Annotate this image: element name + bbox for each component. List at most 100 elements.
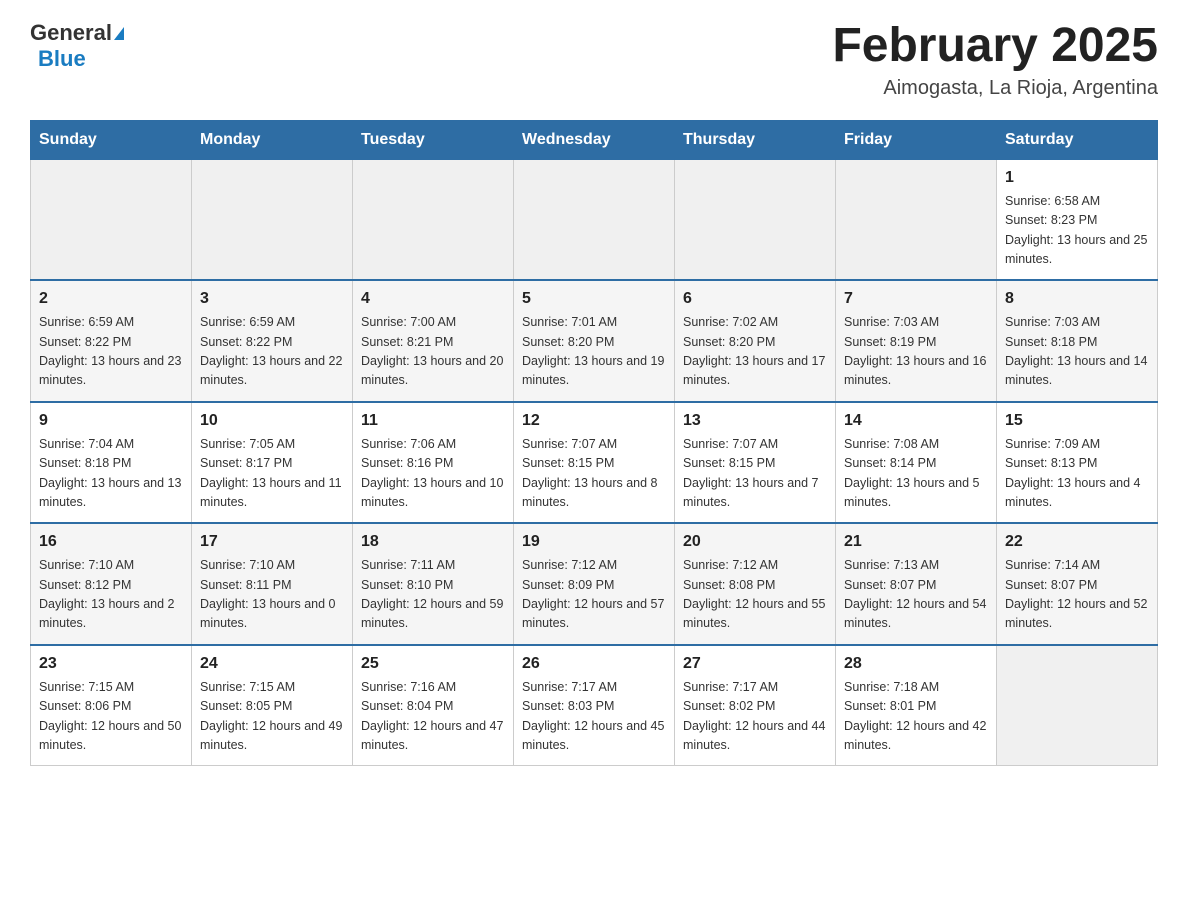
calendar-cell: 4Sunrise: 7:00 AMSunset: 8:21 PMDaylight… — [353, 280, 514, 402]
calendar-cell: 21Sunrise: 7:13 AMSunset: 8:07 PMDayligh… — [836, 523, 997, 645]
day-number: 27 — [683, 652, 827, 676]
day-info: Sunrise: 6:59 AMSunset: 8:22 PMDaylight:… — [200, 313, 344, 391]
logo: General Blue — [30, 20, 124, 72]
day-number: 11 — [361, 409, 505, 433]
calendar-cell — [997, 645, 1158, 766]
day-info: Sunrise: 7:00 AMSunset: 8:21 PMDaylight:… — [361, 313, 505, 391]
calendar-cell: 8Sunrise: 7:03 AMSunset: 8:18 PMDaylight… — [997, 280, 1158, 402]
day-number: 1 — [1005, 166, 1149, 190]
day-number: 10 — [200, 409, 344, 433]
day-info: Sunrise: 7:05 AMSunset: 8:17 PMDaylight:… — [200, 435, 344, 513]
day-number: 22 — [1005, 530, 1149, 554]
day-of-week-monday: Monday — [192, 120, 353, 159]
logo-text-general: General — [30, 20, 112, 46]
calendar-week-3: 9Sunrise: 7:04 AMSunset: 8:18 PMDaylight… — [31, 402, 1158, 524]
calendar-cell — [31, 159, 192, 280]
day-info: Sunrise: 7:09 AMSunset: 8:13 PMDaylight:… — [1005, 435, 1149, 513]
day-info: Sunrise: 7:15 AMSunset: 8:06 PMDaylight:… — [39, 678, 183, 756]
calendar-cell: 20Sunrise: 7:12 AMSunset: 8:08 PMDayligh… — [675, 523, 836, 645]
calendar-cell: 11Sunrise: 7:06 AMSunset: 8:16 PMDayligh… — [353, 402, 514, 524]
calendar-cell: 22Sunrise: 7:14 AMSunset: 8:07 PMDayligh… — [997, 523, 1158, 645]
day-info: Sunrise: 7:18 AMSunset: 8:01 PMDaylight:… — [844, 678, 988, 756]
day-number: 16 — [39, 530, 183, 554]
calendar-cell: 17Sunrise: 7:10 AMSunset: 8:11 PMDayligh… — [192, 523, 353, 645]
calendar-cell — [353, 159, 514, 280]
day-number: 28 — [844, 652, 988, 676]
day-number: 2 — [39, 287, 183, 311]
calendar-cell — [675, 159, 836, 280]
day-number: 17 — [200, 530, 344, 554]
calendar-cell: 7Sunrise: 7:03 AMSunset: 8:19 PMDaylight… — [836, 280, 997, 402]
calendar-cell: 19Sunrise: 7:12 AMSunset: 8:09 PMDayligh… — [514, 523, 675, 645]
day-info: Sunrise: 7:10 AMSunset: 8:11 PMDaylight:… — [200, 556, 344, 634]
day-info: Sunrise: 7:03 AMSunset: 8:19 PMDaylight:… — [844, 313, 988, 391]
day-of-week-thursday: Thursday — [675, 120, 836, 159]
calendar-header: SundayMondayTuesdayWednesdayThursdayFrid… — [31, 120, 1158, 159]
day-info: Sunrise: 7:01 AMSunset: 8:20 PMDaylight:… — [522, 313, 666, 391]
day-info: Sunrise: 7:16 AMSunset: 8:04 PMDaylight:… — [361, 678, 505, 756]
day-number: 14 — [844, 409, 988, 433]
calendar-week-4: 16Sunrise: 7:10 AMSunset: 8:12 PMDayligh… — [31, 523, 1158, 645]
day-number: 19 — [522, 530, 666, 554]
day-number: 23 — [39, 652, 183, 676]
day-number: 15 — [1005, 409, 1149, 433]
calendar-cell — [836, 159, 997, 280]
day-number: 5 — [522, 287, 666, 311]
title-section: February 2025 Aimogasta, La Rioja, Argen… — [832, 20, 1158, 100]
day-info: Sunrise: 6:59 AMSunset: 8:22 PMDaylight:… — [39, 313, 183, 391]
calendar-cell: 28Sunrise: 7:18 AMSunset: 8:01 PMDayligh… — [836, 645, 997, 766]
calendar-week-1: 1Sunrise: 6:58 AMSunset: 8:23 PMDaylight… — [31, 159, 1158, 280]
calendar-cell — [192, 159, 353, 280]
day-info: Sunrise: 7:08 AMSunset: 8:14 PMDaylight:… — [844, 435, 988, 513]
page-subtitle: Aimogasta, La Rioja, Argentina — [832, 77, 1158, 100]
day-number: 6 — [683, 287, 827, 311]
calendar-cell: 9Sunrise: 7:04 AMSunset: 8:18 PMDaylight… — [31, 402, 192, 524]
day-info: Sunrise: 7:07 AMSunset: 8:15 PMDaylight:… — [522, 435, 666, 513]
day-number: 24 — [200, 652, 344, 676]
calendar-cell: 18Sunrise: 7:11 AMSunset: 8:10 PMDayligh… — [353, 523, 514, 645]
day-number: 12 — [522, 409, 666, 433]
day-number: 26 — [522, 652, 666, 676]
calendar-cell: 5Sunrise: 7:01 AMSunset: 8:20 PMDaylight… — [514, 280, 675, 402]
calendar-body: 1Sunrise: 6:58 AMSunset: 8:23 PMDaylight… — [31, 159, 1158, 766]
day-number: 18 — [361, 530, 505, 554]
day-info: Sunrise: 7:06 AMSunset: 8:16 PMDaylight:… — [361, 435, 505, 513]
day-info: Sunrise: 7:11 AMSunset: 8:10 PMDaylight:… — [361, 556, 505, 634]
day-number: 25 — [361, 652, 505, 676]
day-of-week-sunday: Sunday — [31, 120, 192, 159]
day-number: 8 — [1005, 287, 1149, 311]
calendar-cell: 3Sunrise: 6:59 AMSunset: 8:22 PMDaylight… — [192, 280, 353, 402]
calendar-cell: 13Sunrise: 7:07 AMSunset: 8:15 PMDayligh… — [675, 402, 836, 524]
day-info: Sunrise: 7:04 AMSunset: 8:18 PMDaylight:… — [39, 435, 183, 513]
calendar-cell: 12Sunrise: 7:07 AMSunset: 8:15 PMDayligh… — [514, 402, 675, 524]
day-number: 9 — [39, 409, 183, 433]
calendar-cell: 2Sunrise: 6:59 AMSunset: 8:22 PMDaylight… — [31, 280, 192, 402]
page-header: General Blue February 2025 Aimogasta, La… — [30, 20, 1158, 100]
day-number: 13 — [683, 409, 827, 433]
day-info: Sunrise: 6:58 AMSunset: 8:23 PMDaylight:… — [1005, 192, 1149, 270]
day-info: Sunrise: 7:14 AMSunset: 8:07 PMDaylight:… — [1005, 556, 1149, 634]
day-info: Sunrise: 7:03 AMSunset: 8:18 PMDaylight:… — [1005, 313, 1149, 391]
day-number: 3 — [200, 287, 344, 311]
day-info: Sunrise: 7:10 AMSunset: 8:12 PMDaylight:… — [39, 556, 183, 634]
day-info: Sunrise: 7:17 AMSunset: 8:02 PMDaylight:… — [683, 678, 827, 756]
day-of-week-friday: Friday — [836, 120, 997, 159]
calendar-cell: 23Sunrise: 7:15 AMSunset: 8:06 PMDayligh… — [31, 645, 192, 766]
calendar-cell: 1Sunrise: 6:58 AMSunset: 8:23 PMDaylight… — [997, 159, 1158, 280]
calendar-table: SundayMondayTuesdayWednesdayThursdayFrid… — [30, 120, 1158, 767]
day-info: Sunrise: 7:17 AMSunset: 8:03 PMDaylight:… — [522, 678, 666, 756]
calendar-cell: 14Sunrise: 7:08 AMSunset: 8:14 PMDayligh… — [836, 402, 997, 524]
day-info: Sunrise: 7:13 AMSunset: 8:07 PMDaylight:… — [844, 556, 988, 634]
calendar-cell: 26Sunrise: 7:17 AMSunset: 8:03 PMDayligh… — [514, 645, 675, 766]
day-number: 21 — [844, 530, 988, 554]
calendar-cell: 27Sunrise: 7:17 AMSunset: 8:02 PMDayligh… — [675, 645, 836, 766]
day-info: Sunrise: 7:07 AMSunset: 8:15 PMDaylight:… — [683, 435, 827, 513]
calendar-cell: 6Sunrise: 7:02 AMSunset: 8:20 PMDaylight… — [675, 280, 836, 402]
calendar-cell — [514, 159, 675, 280]
calendar-week-5: 23Sunrise: 7:15 AMSunset: 8:06 PMDayligh… — [31, 645, 1158, 766]
calendar-week-2: 2Sunrise: 6:59 AMSunset: 8:22 PMDaylight… — [31, 280, 1158, 402]
day-info: Sunrise: 7:12 AMSunset: 8:09 PMDaylight:… — [522, 556, 666, 634]
day-info: Sunrise: 7:15 AMSunset: 8:05 PMDaylight:… — [200, 678, 344, 756]
day-of-week-tuesday: Tuesday — [353, 120, 514, 159]
day-of-week-saturday: Saturday — [997, 120, 1158, 159]
